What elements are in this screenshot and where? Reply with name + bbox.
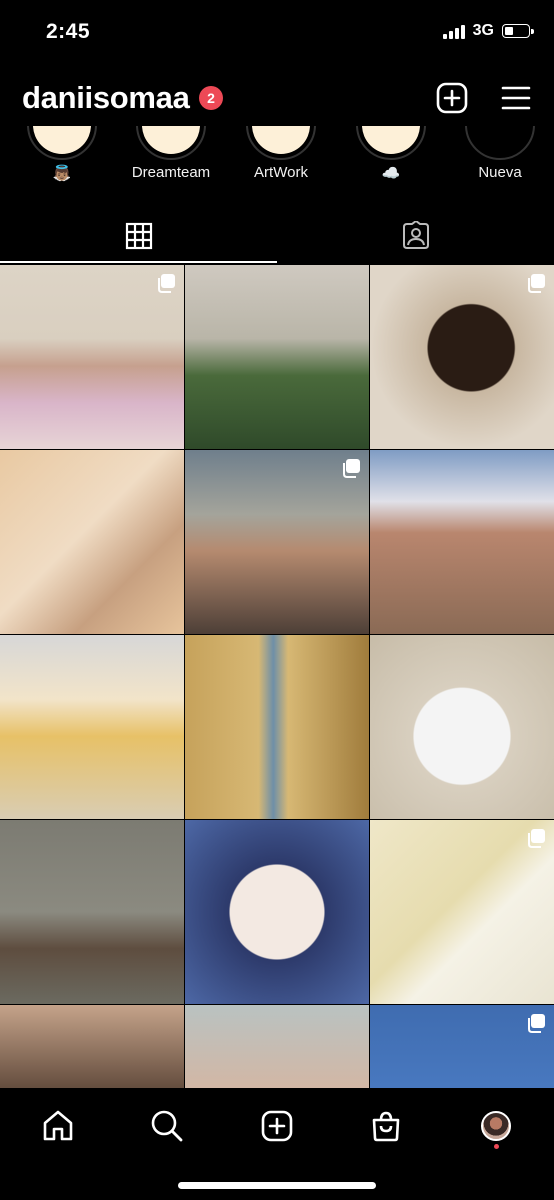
home-icon bbox=[43, 1110, 73, 1141]
story-highlights: 👼🏽 Dreamteam ArtWork ☁️ Nueva bbox=[0, 126, 554, 202]
highlight-cover bbox=[246, 126, 316, 160]
carousel-icon bbox=[528, 829, 545, 848]
highlight-cover bbox=[356, 126, 426, 160]
search-icon bbox=[151, 1110, 183, 1142]
post-thumbnail[interactable] bbox=[185, 635, 369, 819]
carousel-icon bbox=[528, 274, 545, 293]
nav-home[interactable] bbox=[33, 1104, 83, 1148]
highlight-cover bbox=[136, 126, 206, 160]
profile-header: daniisomaa 2 bbox=[0, 72, 554, 126]
post-thumbnail[interactable] bbox=[0, 635, 184, 819]
status-bar: 2:45 3G bbox=[0, 0, 554, 68]
menu-button[interactable] bbox=[496, 78, 536, 118]
profile-username[interactable]: daniisomaa bbox=[22, 80, 190, 116]
profile-avatar-icon bbox=[481, 1111, 511, 1141]
status-time: 2:45 bbox=[46, 20, 91, 43]
post-thumbnail[interactable] bbox=[370, 265, 554, 449]
battery-icon bbox=[502, 24, 534, 38]
highlight-label: Nueva bbox=[478, 164, 522, 181]
shop-bag-icon bbox=[372, 1111, 400, 1142]
create-post-icon bbox=[261, 1110, 293, 1142]
network-type: 3G bbox=[472, 22, 494, 39]
carousel-icon bbox=[158, 274, 175, 293]
carousel-icon bbox=[528, 1014, 545, 1033]
signal-icon bbox=[442, 23, 465, 39]
post-thumbnail[interactable] bbox=[370, 820, 554, 1004]
carousel-icon bbox=[343, 459, 360, 478]
posts-grid bbox=[0, 265, 554, 1088]
nav-search[interactable] bbox=[142, 1104, 192, 1148]
hamburger-menu-icon bbox=[501, 86, 531, 110]
highlight-cover bbox=[27, 126, 97, 160]
nav-shop[interactable] bbox=[361, 1104, 411, 1148]
status-indicators: 3G bbox=[442, 22, 534, 40]
post-thumbnail[interactable] bbox=[0, 1005, 184, 1088]
grid-icon bbox=[125, 222, 152, 250]
post-thumbnail[interactable] bbox=[185, 450, 369, 634]
active-tab-indicator bbox=[0, 261, 277, 263]
post-thumbnail[interactable] bbox=[185, 1005, 369, 1088]
nav-create[interactable] bbox=[252, 1104, 302, 1148]
tab-tagged[interactable] bbox=[277, 210, 554, 262]
post-thumbnail[interactable] bbox=[185, 820, 369, 1004]
highlight-cover bbox=[465, 126, 535, 160]
create-button[interactable] bbox=[432, 78, 472, 118]
tab-posts-grid[interactable] bbox=[0, 210, 277, 262]
bottom-nav bbox=[0, 1088, 554, 1200]
notification-badge[interactable]: 2 bbox=[199, 86, 223, 110]
nav-profile[interactable] bbox=[471, 1104, 521, 1148]
post-thumbnail[interactable] bbox=[370, 635, 554, 819]
plus-square-icon bbox=[436, 82, 468, 114]
post-thumbnail[interactable] bbox=[185, 265, 369, 449]
profile-tabs bbox=[0, 210, 554, 264]
post-thumbnail[interactable] bbox=[0, 450, 184, 634]
activity-dot bbox=[494, 1144, 499, 1149]
post-thumbnail[interactable] bbox=[370, 450, 554, 634]
post-thumbnail[interactable] bbox=[370, 1005, 554, 1088]
post-thumbnail[interactable] bbox=[0, 820, 184, 1004]
tagged-person-icon bbox=[402, 221, 429, 249]
home-indicator bbox=[178, 1182, 376, 1189]
post-thumbnail[interactable] bbox=[0, 265, 184, 449]
